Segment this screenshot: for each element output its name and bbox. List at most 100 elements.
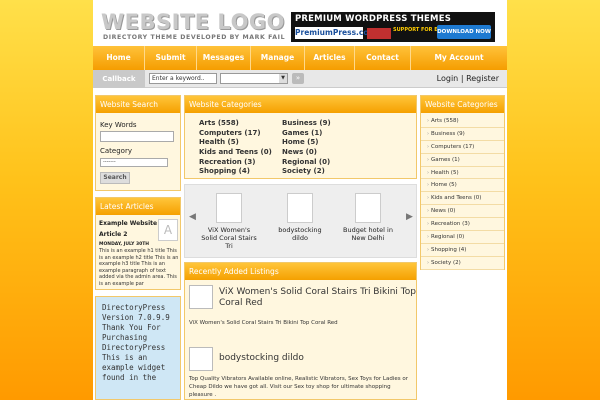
category-link[interactable]: Recreation (3) xyxy=(199,158,272,168)
category-select[interactable]: ▼ xyxy=(220,73,288,84)
keywords-label: Key Words xyxy=(100,121,137,129)
website-search-box: Website Search Key Words Category ------… xyxy=(95,95,181,191)
sidebar-categories-title: Website Categories xyxy=(421,96,504,113)
recent-listings-box: Recently Added Listings ViX Women's Soli… xyxy=(184,262,417,400)
featured-slider: ◀ ViX Women's Solid Coral Stairs Tri bod… xyxy=(184,184,417,258)
slider-item-image xyxy=(287,193,313,223)
listing-title[interactable]: ViX Women's Solid Coral Stairs Tri Bikin… xyxy=(219,287,416,309)
sidebar-category-item[interactable]: › Kids and Teens (0) xyxy=(421,192,504,206)
register-link[interactable]: Register xyxy=(466,74,499,83)
category-link[interactable]: Society (2) xyxy=(282,167,331,177)
slider-next-icon[interactable]: ▶ xyxy=(406,212,413,222)
banner-image xyxy=(367,28,391,39)
page-container: WEBSITE LOGO DIRECTORY THEME DEVELOPED B… xyxy=(93,0,507,400)
callback-button[interactable]: Callback xyxy=(93,70,145,88)
sidebar-category-item[interactable]: › Home (5) xyxy=(421,179,504,193)
latest-articles-box: Latest Articles Example Website Article … xyxy=(95,197,181,290)
category-label: Category xyxy=(100,147,132,155)
banner-download-button[interactable]: DOWNLOAD NOW xyxy=(437,25,491,39)
category-link[interactable]: Shopping (4) xyxy=(199,167,272,177)
categories-column-2: Business (9) Games (1) Home (5) News (0)… xyxy=(282,119,331,177)
sidebar-category-item[interactable]: › Recreation (3) xyxy=(421,218,504,232)
chevron-right-icon: › xyxy=(427,259,429,266)
chevron-down-icon: ▼ xyxy=(279,74,287,83)
categories-column-1: Arts (558) Computers (17) Health (5) Kid… xyxy=(199,119,272,177)
sidebar-categories-box: Website Categories › Arts (558) › Business… xyxy=(420,95,505,270)
premiumpress-banner[interactable]: PREMIUM WORDPRESS THEMES PremiumPress.co… xyxy=(291,12,495,42)
sidebar-category-item[interactable]: › Health (5) xyxy=(421,167,504,180)
chevron-right-icon: › xyxy=(427,208,429,215)
keyword-input[interactable]: Enter a keyword.. xyxy=(149,73,217,84)
category-link[interactable]: Computers (17) xyxy=(199,129,272,139)
chevron-right-icon: › xyxy=(427,169,429,176)
login-link[interactable]: Login xyxy=(437,74,459,83)
auth-separator: | xyxy=(460,74,464,83)
sidebar-category-item[interactable]: › News (0) xyxy=(421,205,504,219)
slider-item[interactable]: ViX Women's Solid Coral Stairs Tri xyxy=(199,193,259,250)
nav-submit[interactable]: Submit xyxy=(145,46,197,70)
category-link[interactable]: Regional (0) xyxy=(282,158,331,168)
nav-home[interactable]: Home xyxy=(93,46,145,70)
nav-messages[interactable]: Messages xyxy=(197,46,251,70)
chevron-right-icon: › xyxy=(427,118,429,124)
category-link[interactable]: Health (5) xyxy=(199,138,272,148)
nav-contact[interactable]: Contact xyxy=(355,46,411,70)
keywords-input[interactable] xyxy=(100,131,174,142)
category-dropdown[interactable]: ------- xyxy=(100,158,168,167)
nav-articles[interactable]: Articles xyxy=(305,46,355,70)
chevron-right-icon: › xyxy=(427,246,429,253)
chevron-right-icon: › xyxy=(427,130,429,137)
slider-item-caption: Budget hotel in New Delhi xyxy=(343,226,393,242)
chevron-right-icon: › xyxy=(427,156,429,163)
nav-my-account[interactable]: My Account xyxy=(411,46,507,70)
listing-description: ViX Women's Solid Coral Stairs Tri Bikin… xyxy=(189,320,338,326)
main-nav: Home Submit Messages Manage Articles Con… xyxy=(93,46,507,70)
auth-links: Login | Register xyxy=(437,70,499,88)
example-widget: DirectoryPress Version 7.0.9.9 Thank You… xyxy=(95,296,181,400)
categories-box-title: Website Categories xyxy=(185,96,416,113)
sidebar-category-item[interactable]: › Games (1) xyxy=(421,154,504,167)
sidebar-category-item[interactable]: › Computers (17) xyxy=(421,141,504,154)
category-link[interactable]: Games (1) xyxy=(282,129,331,139)
category-link[interactable]: Arts (558) xyxy=(199,119,272,129)
search-button[interactable]: Search xyxy=(100,172,130,184)
chevron-right-icon: › xyxy=(427,234,429,241)
slider-item[interactable]: bodystocking dildo xyxy=(270,193,330,242)
category-link[interactable]: Home (5) xyxy=(282,138,331,148)
category-link[interactable]: News (0) xyxy=(282,148,331,158)
slider-item-image xyxy=(216,193,242,223)
sidebar-category-item[interactable]: › Society (2) xyxy=(421,257,504,270)
search-go-button[interactable]: » xyxy=(292,73,304,84)
chevron-right-icon: › xyxy=(427,221,429,228)
banner-headline: PREMIUM WORDPRESS THEMES xyxy=(295,14,452,24)
chevron-right-icon: › xyxy=(427,195,429,202)
listing-title[interactable]: bodystocking dildo xyxy=(219,353,416,364)
site-logo[interactable]: WEBSITE LOGO xyxy=(101,11,285,33)
website-categories-box: Website Categories Arts (558) Computers … xyxy=(184,95,417,179)
chevron-right-icon: › xyxy=(427,143,429,150)
chevron-right-icon: › xyxy=(427,182,429,189)
article-link-1[interactable]: Example Website xyxy=(99,220,157,227)
header: WEBSITE LOGO DIRECTORY THEME DEVELOPED B… xyxy=(93,4,507,46)
sidebar-category-item[interactable]: › Business (9) xyxy=(421,128,504,141)
slider-item[interactable]: Budget hotel in New Delhi xyxy=(338,193,398,242)
recent-box-title: Recently Added Listings xyxy=(185,263,416,280)
search-box-title: Website Search xyxy=(96,96,180,113)
sidebar-category-item[interactable]: › Shopping (4) xyxy=(421,244,504,257)
article-excerpt: This is an example h1 title This is an e… xyxy=(99,248,179,287)
widget-text: DirectoryPress Version 7.0.9.9 Thank You… xyxy=(102,303,170,382)
listing-description: Top Quality Vibrators Available online, … xyxy=(189,376,409,398)
nav-manage[interactable]: Manage xyxy=(251,46,305,70)
slider-item-caption: ViX Women's Solid Coral Stairs Tri xyxy=(201,226,257,250)
sidebar-category-item[interactable]: › Regional (0) xyxy=(421,231,504,244)
articles-box-title: Latest Articles xyxy=(96,198,180,215)
article-link-2[interactable]: Article 2 xyxy=(99,231,127,238)
listing-thumbnail xyxy=(189,347,213,371)
sidebar-category-item[interactable]: › Arts (558) xyxy=(421,115,504,128)
article-thumbnail-icon: A xyxy=(158,219,178,241)
slider-prev-icon[interactable]: ◀ xyxy=(189,212,196,222)
slider-item-image xyxy=(355,193,381,223)
sidebar-categories-list: › Arts (558) › Business (9) › Computers (17… xyxy=(421,113,504,270)
category-link[interactable]: Kids and Teens (0) xyxy=(199,148,272,158)
category-link[interactable]: Business (9) xyxy=(282,119,331,129)
